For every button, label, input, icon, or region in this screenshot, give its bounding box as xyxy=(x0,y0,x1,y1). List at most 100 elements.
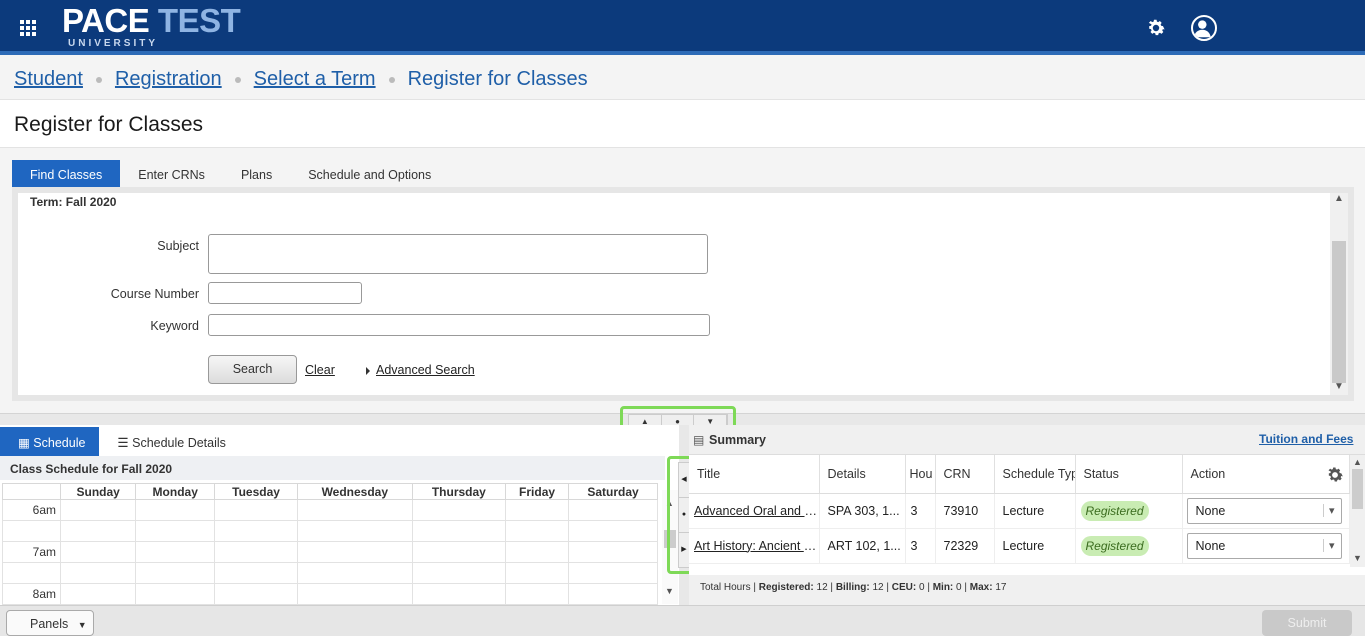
panels-button[interactable]: Panels ▼ xyxy=(6,610,94,636)
bottom-bar: Panels ▼ Submit xyxy=(0,605,1365,636)
scroll-thumb[interactable] xyxy=(1352,469,1363,509)
min-hours: 0 xyxy=(956,582,962,593)
tab-schedule-details[interactable]: ☰ Schedule Details xyxy=(99,427,240,456)
tuition-fees-link[interactable]: Tuition and Fees xyxy=(1259,432,1353,446)
hour-label: 7am xyxy=(2,541,61,563)
day-header: Wednesday xyxy=(296,483,413,500)
day-header: Sunday xyxy=(59,483,137,500)
time-column-header xyxy=(2,483,61,500)
title-bar: Register for Classes xyxy=(0,100,1365,148)
breadcrumb-separator xyxy=(388,76,395,83)
breadcrumb-separator xyxy=(95,76,102,83)
hours-cell: 3 xyxy=(905,493,936,529)
calendar-title: Class Schedule for Fall 2020 xyxy=(0,456,665,480)
subject-label: Subject xyxy=(157,239,199,253)
user-icon[interactable] xyxy=(1191,15,1217,41)
column-header[interactable]: Title xyxy=(689,455,820,494)
scroll-up-icon[interactable]: ▲ xyxy=(1353,457,1362,467)
weekly-calendar: Sunday Monday Tuesday Wednesday Thursday… xyxy=(2,483,659,605)
summary-header: ▤ Summary Tuition and Fees xyxy=(689,425,1365,455)
apps-grid-icon[interactable] xyxy=(20,20,36,36)
day-header: Saturday xyxy=(567,483,659,500)
crn-cell: 72329 xyxy=(935,528,995,564)
registered-hours: 12 xyxy=(816,582,828,593)
hour-label: 8am xyxy=(2,583,61,605)
scroll-down-icon[interactable]: ▼ xyxy=(1334,381,1344,392)
expand-arrow-icon xyxy=(366,366,370,375)
table-row: Art History: Ancient to Medieval ART 102… xyxy=(689,528,1350,564)
submit-button[interactable]: Submit xyxy=(1262,610,1352,636)
breadcrumb: Student Registration Select a Term Regis… xyxy=(14,68,588,91)
schedule-type-cell: Lecture xyxy=(994,528,1076,564)
action-select[interactable]: None xyxy=(1186,532,1342,559)
summary-scrollbar[interactable]: ▲ ▼ xyxy=(1350,455,1365,567)
subject-input[interactable] xyxy=(208,234,708,274)
day-header: Tuesday xyxy=(214,483,298,500)
tab-schedule[interactable]: ▦ Schedule xyxy=(0,427,100,456)
crn-cell: 73910 xyxy=(935,493,995,529)
column-header[interactable]: Details xyxy=(819,455,906,494)
breadcrumb-registration[interactable]: Registration xyxy=(115,68,222,91)
search-button[interactable]: Search xyxy=(208,355,297,384)
register-tabs: Find Classes Enter CRNs Plans Schedule a… xyxy=(12,160,449,187)
details-cell: SPA 303, 1... xyxy=(819,493,906,529)
clear-link[interactable]: Clear xyxy=(305,363,335,377)
settings-gear-icon[interactable] xyxy=(1325,465,1345,485)
summary-panel: ▤ Summary Tuition and Fees Title Details… xyxy=(689,425,1365,605)
day-header: Thursday xyxy=(411,483,507,500)
total-hours-bar: Total Hours | Registered: 12 | Billing: … xyxy=(689,575,1365,605)
schedule-panel: ▦ Schedule ☰ Schedule Details Class Sche… xyxy=(0,425,686,605)
course-number-input[interactable] xyxy=(208,282,362,304)
dropdown-caret-icon: ▼ xyxy=(77,620,87,630)
course-title-link[interactable]: Art History: Ancient to Medieval xyxy=(694,539,818,553)
scroll-thumb[interactable] xyxy=(1332,241,1346,383)
scroll-down-icon[interactable]: ▼ xyxy=(1353,553,1362,563)
list-icon: ☰ xyxy=(117,436,133,450)
keyword-input[interactable] xyxy=(208,314,710,336)
max-hours: 17 xyxy=(995,582,1007,593)
course-title-link[interactable]: Advanced Oral and Written Spanish xyxy=(694,504,818,518)
day-header: Monday xyxy=(135,483,216,500)
find-panel-scrollbar[interactable]: ▲ ▼ xyxy=(1330,193,1348,395)
term-label: Term: Fall 2020 xyxy=(30,195,117,209)
university-logo[interactable]: PACE TEST UNIVERSITY xyxy=(62,3,241,50)
summary-title: Summary xyxy=(709,433,766,447)
action-select[interactable]: None xyxy=(1186,497,1342,524)
keyword-label: Keyword xyxy=(150,319,199,333)
billing-hours: 12 xyxy=(872,582,884,593)
top-bar: PACE TEST UNIVERSITY xyxy=(0,0,1365,55)
summary-table: Title Details Hou CRN Schedule Typ Statu… xyxy=(689,455,1350,564)
day-header: Friday xyxy=(505,483,569,500)
table-row: Advanced Oral and Written Spanish SPA 30… xyxy=(689,493,1350,529)
hour-label: 6am xyxy=(2,499,61,521)
hours-cell: 3 xyxy=(905,528,936,564)
breadcrumb-select-term[interactable]: Select a Term xyxy=(254,68,376,91)
advanced-search-link[interactable]: Advanced Search xyxy=(376,363,475,377)
breadcrumb-student[interactable]: Student xyxy=(14,68,83,91)
summary-icon: ▤ xyxy=(693,433,705,447)
column-header[interactable]: Hou xyxy=(905,455,936,494)
tab-plans[interactable]: Plans xyxy=(223,160,290,187)
schedule-tabs: ▦ Schedule ☰ Schedule Details xyxy=(0,427,240,456)
course-number-label: Course Number xyxy=(110,287,199,301)
column-header[interactable]: Action xyxy=(1182,455,1350,494)
column-header[interactable]: Status xyxy=(1075,455,1183,494)
breadcrumb-current: Register for Classes xyxy=(407,68,588,90)
details-cell: ART 102, 1... xyxy=(819,528,906,564)
tab-find-classes[interactable]: Find Classes xyxy=(12,160,121,187)
gear-icon[interactable] xyxy=(1145,17,1167,39)
schedule-type-cell: Lecture xyxy=(994,493,1076,529)
ceu-hours: 0 xyxy=(919,582,925,593)
breadcrumb-separator xyxy=(234,76,241,83)
page-title: Register for Classes xyxy=(14,113,204,136)
scroll-up-icon[interactable]: ▲ xyxy=(1334,193,1344,204)
tab-enter-crns[interactable]: Enter CRNs xyxy=(120,160,223,187)
scroll-down-icon[interactable]: ▼ xyxy=(665,586,674,596)
status-badge: Registered xyxy=(1080,535,1149,556)
calendar-icon: ▦ xyxy=(18,436,34,450)
advanced-search-toggle[interactable]: Advanced Search xyxy=(366,363,475,377)
column-header[interactable]: CRN xyxy=(935,455,995,494)
status-badge: Registered xyxy=(1080,500,1149,521)
tab-schedule-options[interactable]: Schedule and Options xyxy=(290,160,449,187)
column-header[interactable]: Schedule Typ xyxy=(994,455,1076,494)
